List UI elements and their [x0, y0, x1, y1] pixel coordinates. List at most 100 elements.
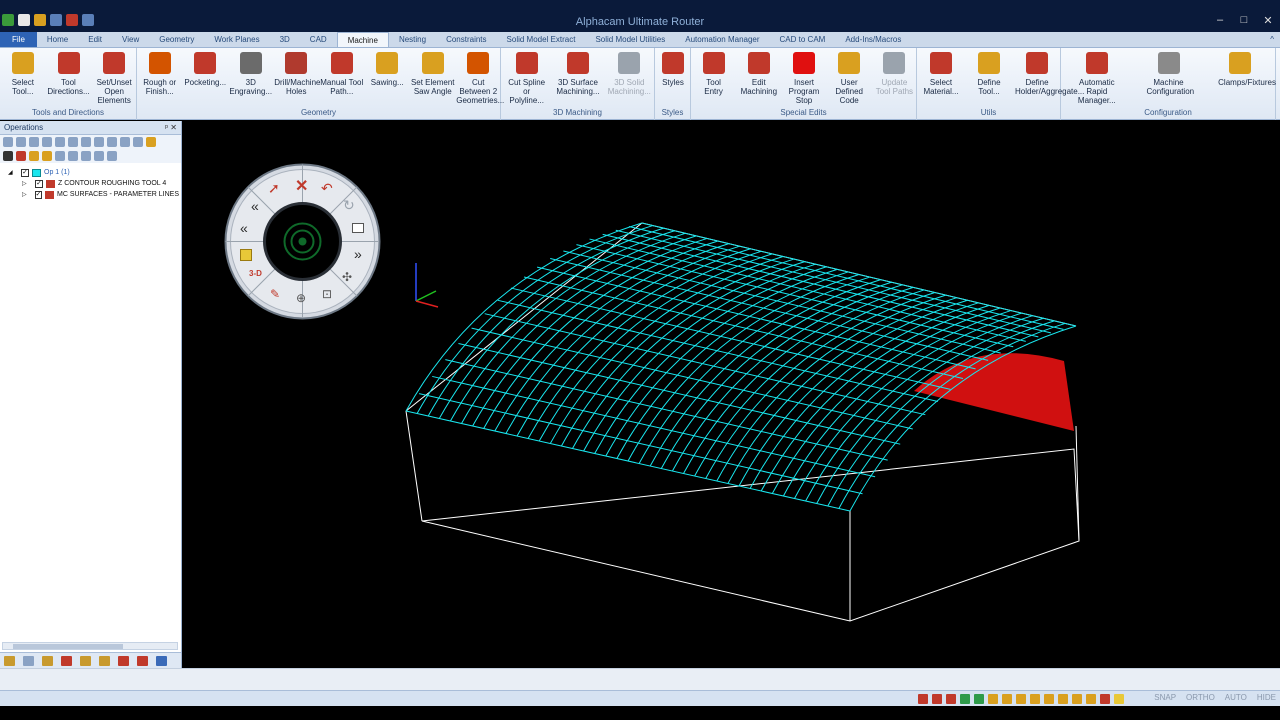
ungroup-icon[interactable]: [68, 151, 78, 161]
op-checkbox[interactable]: ✓: [35, 179, 43, 188]
drill-machine-holes-button[interactable]: Drill/Machine Holes: [274, 52, 320, 96]
3d-engraving-button[interactable]: 3D Engraving...: [229, 52, 273, 96]
tab-solid-model-extract[interactable]: Solid Model Extract: [497, 32, 586, 47]
tab-home[interactable]: Home: [37, 32, 78, 47]
edit-machining-button[interactable]: Edit Machining: [737, 52, 781, 96]
3d-surface-machining-button[interactable]: 3D Surface Machining...: [556, 52, 600, 96]
back-radial-icon[interactable]: «: [251, 198, 259, 214]
select-material-button[interactable]: Select Material...: [919, 52, 963, 96]
maximize-button[interactable]: □: [1236, 14, 1252, 27]
undo-op-icon[interactable]: [16, 151, 26, 161]
tools-tab-icon[interactable]: [61, 656, 72, 666]
tree-expand-icon[interactable]: ▷: [22, 191, 32, 198]
cube-radial-icon[interactable]: [240, 249, 252, 261]
rotate-radial-icon[interactable]: ✣: [342, 270, 352, 284]
pointer-radial-icon[interactable]: ➚: [268, 180, 280, 197]
refresh-icon[interactable]: [120, 137, 130, 147]
box3-icon[interactable]: [1016, 694, 1026, 704]
box7-icon[interactable]: [1072, 694, 1082, 704]
tab-cad[interactable]: CAD: [300, 32, 337, 47]
project-tab-icon[interactable]: [4, 656, 15, 666]
minimize-button[interactable]: –: [1212, 14, 1228, 27]
pan-radial-icon[interactable]: ⊡: [322, 287, 332, 301]
tab-automation-manager[interactable]: Automation Manager: [675, 32, 769, 47]
box5-icon[interactable]: [1044, 694, 1054, 704]
rough-or-finish-button[interactable]: Rough or Finish...: [138, 52, 182, 96]
pocketing-button[interactable]: Pocketing...: [183, 52, 227, 87]
properties-icon[interactable]: [29, 137, 39, 147]
tab-cad-to-cam[interactable]: CAD to CAM: [770, 32, 836, 47]
3d-view-radial-icon[interactable]: 3-D: [249, 269, 262, 278]
sort-op-icon[interactable]: [81, 137, 91, 147]
radial-context-menu[interactable]: ✕ ↶ ↻ ➚ « « » 3-D ✎ ⊕ ⊡ ✣: [224, 163, 381, 320]
line-icon[interactable]: [946, 694, 956, 704]
tree-row-op1[interactable]: ◢ ✓ Op 1 (1): [2, 167, 179, 178]
user-defined-code-button[interactable]: User Defined Code: [827, 52, 871, 105]
tree-expand-icon[interactable]: ▷: [22, 180, 32, 187]
tab-geometry[interactable]: Geometry: [149, 32, 204, 47]
wand-icon[interactable]: [146, 137, 156, 147]
scrollbar-thumb[interactable]: [13, 644, 123, 649]
op-checkbox[interactable]: ✓: [34, 190, 43, 199]
select-tool-button[interactable]: Select Tool...: [1, 52, 45, 96]
redo-radial-icon[interactable]: ↻: [343, 197, 355, 214]
pin-close-icon[interactable]: ᵖ ✕: [165, 121, 177, 135]
clamps-fixtures-button[interactable]: Clamps/Fixtures: [1218, 52, 1276, 87]
properties-tab-icon[interactable]: [23, 656, 34, 666]
toolpath-tab-icon[interactable]: [80, 656, 91, 666]
automatic-rapid-manager-button[interactable]: Automatic Rapid Manager...: [1075, 52, 1119, 105]
group-icon[interactable]: [55, 151, 65, 161]
styles-button[interactable]: Styles: [651, 52, 695, 87]
workplane-tab-icon[interactable]: [156, 656, 167, 666]
next-radial-icon[interactable]: »: [354, 246, 362, 262]
box4-icon[interactable]: [1030, 694, 1040, 704]
split-icon[interactable]: [94, 151, 104, 161]
box2-icon[interactable]: [1002, 694, 1012, 704]
define-tool-button[interactable]: Define Tool...: [967, 52, 1011, 96]
ortho-flag[interactable]: ORTHO: [1186, 693, 1215, 702]
light-icon[interactable]: [1114, 694, 1124, 704]
tab-constraints[interactable]: Constraints: [436, 32, 496, 47]
tab-file[interactable]: File: [0, 32, 37, 47]
materials-tab-icon[interactable]: [99, 656, 110, 666]
pencil-icon[interactable]: [133, 137, 143, 147]
tab-add-ins-macros[interactable]: Add-Ins/Macros: [835, 32, 911, 47]
tab-solid-model-utilities[interactable]: Solid Model Utilities: [585, 32, 675, 47]
box1-icon[interactable]: [988, 694, 998, 704]
find-op-icon[interactable]: [68, 137, 78, 147]
define-holder-aggregate-button[interactable]: Define Holder/Aggregate...: [1015, 52, 1084, 96]
expand-all-icon[interactable]: [3, 137, 13, 147]
prev-radial-icon[interactable]: «: [240, 220, 248, 236]
move-down-icon[interactable]: [107, 137, 117, 147]
close-button[interactable]: ✕: [1260, 14, 1276, 27]
tree-row-z-contour[interactable]: ▷ ✓ Z CONTOUR ROUGHING TOOL 4: [2, 178, 179, 189]
undo-radial-icon[interactable]: ↶: [321, 180, 333, 197]
hide-flag[interactable]: HIDE: [1257, 693, 1276, 702]
layers-tab-icon[interactable]: [42, 656, 53, 666]
merge-icon[interactable]: [107, 151, 117, 161]
paste-op-icon[interactable]: [55, 137, 65, 147]
update-tool-paths-button[interactable]: Update Tool Paths: [872, 52, 916, 96]
tool-directions-button[interactable]: Tool Directions...: [47, 52, 91, 96]
tab-edit[interactable]: Edit: [78, 32, 112, 47]
lock-icon[interactable]: [29, 151, 39, 161]
axis-icon[interactable]: [960, 694, 970, 704]
tool-entry-button[interactable]: Tool Entry: [692, 52, 736, 96]
zoom-radial-icon[interactable]: ⊕: [296, 291, 306, 305]
unlock-icon[interactable]: [42, 151, 52, 161]
sawing-button[interactable]: Sawing...: [365, 52, 409, 87]
simulate-icon[interactable]: [81, 151, 91, 161]
delete-icon[interactable]: [3, 151, 13, 161]
tree-row-mc-surfaces[interactable]: ▷ ✓ MC SURFACES - PARAMETER LINES: [2, 189, 179, 200]
nest-tab-icon[interactable]: [118, 656, 129, 666]
tab-3d[interactable]: 3D: [270, 32, 300, 47]
box6-icon[interactable]: [1058, 694, 1068, 704]
collapse-all-icon[interactable]: [16, 137, 26, 147]
box8-icon[interactable]: [1086, 694, 1096, 704]
grid-icon[interactable]: [932, 694, 942, 704]
set-element-saw-angle-button[interactable]: Set Element Saw Angle: [411, 52, 455, 96]
set-unset-open-elements-button[interactable]: Set/Unset Open Elements: [92, 52, 136, 105]
tool-radial-icon[interactable]: ✎: [270, 287, 280, 301]
machine-configuration-button[interactable]: Machine Configuration: [1147, 52, 1194, 96]
cut-between-2-geometries-button[interactable]: Cut Between 2 Geometries...: [456, 52, 504, 105]
